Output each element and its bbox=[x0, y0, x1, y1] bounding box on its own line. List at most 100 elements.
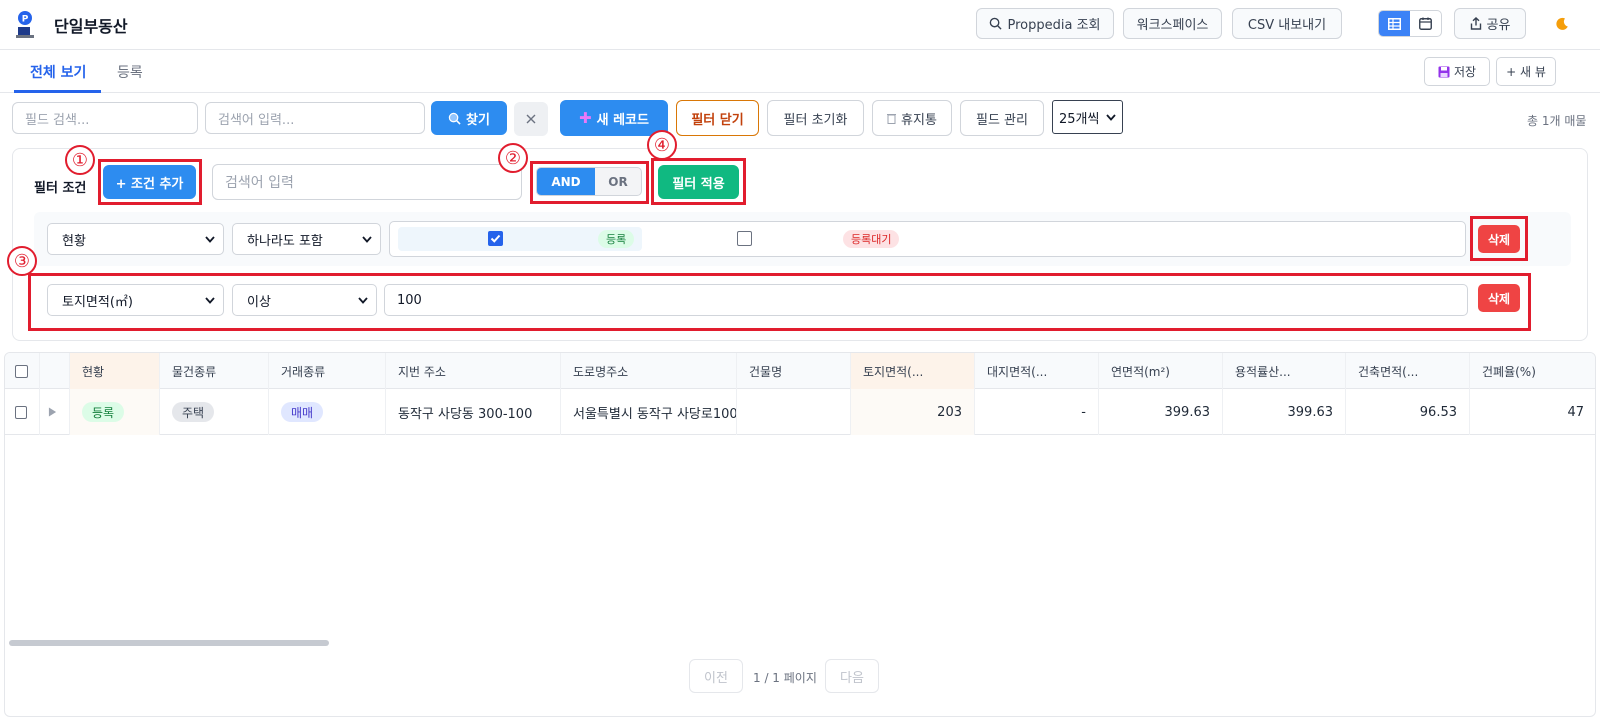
new-record-button[interactable]: ✚ 새 레코드 bbox=[560, 100, 668, 136]
app-title: 단일부동산 bbox=[54, 17, 128, 36]
column-header[interactable]: 거래종류 bbox=[269, 353, 386, 389]
property-type-cell: 주택 bbox=[160, 389, 269, 435]
option-checkbox-registered[interactable] bbox=[488, 231, 503, 246]
condition-operator-value: 하나라도 포함 bbox=[247, 233, 323, 249]
select-all-cell bbox=[5, 353, 40, 389]
road-address-cell: 서울특별시 동작구 사당로100길 bbox=[561, 389, 737, 435]
deal-type-cell: 매매 bbox=[269, 389, 386, 435]
svg-text:P: P bbox=[22, 15, 29, 25]
property-type-badge: 주택 bbox=[172, 402, 215, 422]
calendar-icon bbox=[1419, 17, 1432, 30]
table-icon bbox=[1388, 17, 1401, 30]
row-expand-cell bbox=[40, 389, 70, 435]
clear-search-button[interactable] bbox=[514, 102, 548, 136]
coverage-cell: 47 bbox=[1470, 389, 1595, 435]
page-size-value: 25개씩 bbox=[1059, 111, 1100, 127]
column-header[interactable]: 건폐율(%) bbox=[1470, 353, 1595, 389]
gross-area-cell: 399.63 bbox=[1099, 389, 1223, 435]
condition-field-select[interactable]: 현황 bbox=[47, 223, 224, 255]
annotation-marker-1: ① bbox=[65, 145, 95, 175]
table-view-button[interactable] bbox=[1379, 11, 1410, 36]
records-table: 현황 물건종류 거래종류 지번 주소 도로명주소 건물명 토지면적(... 대지… bbox=[4, 352, 1596, 717]
logo-icon: P bbox=[16, 11, 34, 38]
csv-export-button[interactable]: CSV 내보내기 bbox=[1232, 8, 1342, 39]
select-all-checkbox[interactable] bbox=[15, 364, 28, 378]
trash-icon bbox=[887, 113, 897, 124]
annotation-box-delete bbox=[1470, 216, 1528, 261]
page-size-select[interactable]: 25개씩 bbox=[1052, 100, 1123, 134]
column-header[interactable]: 연면적(m²) bbox=[1099, 353, 1223, 389]
column-header[interactable]: 지번 주소 bbox=[386, 353, 561, 389]
expand-triangle-icon[interactable] bbox=[48, 406, 57, 418]
close-filter-button[interactable]: 필터 닫기 bbox=[676, 100, 759, 136]
proppedia-label: Proppedia 조회 bbox=[1007, 18, 1101, 33]
share-label: 공유 bbox=[1486, 18, 1511, 33]
app-header: P 단일부동산 Proppedia 조회 워크스페이스 CSV 내보내기 공유 bbox=[0, 0, 1600, 50]
horizontal-scrollbar[interactable] bbox=[9, 640, 329, 646]
column-header[interactable]: 도로명주소 bbox=[561, 353, 737, 389]
active-tab-indicator bbox=[14, 90, 101, 93]
tab-registered[interactable]: 등록 bbox=[117, 62, 143, 82]
far-area-cell: 399.63 bbox=[1223, 389, 1346, 435]
view-toggle bbox=[1378, 10, 1442, 37]
table-row[interactable]: 등록 주택 매매 동작구 사당동 300-100 서울특별시 동작구 사당로10… bbox=[5, 389, 1595, 435]
row-checkbox[interactable] bbox=[15, 405, 27, 419]
new-view-label: + 새 뷰 bbox=[1506, 65, 1546, 79]
filter-title: 필터 조건 bbox=[34, 181, 87, 196]
filter-search-input[interactable]: 검색어 입력 bbox=[212, 164, 522, 200]
workspace-label: 워크스페이스 bbox=[1136, 18, 1209, 33]
save-view-button[interactable]: 저장 bbox=[1424, 57, 1490, 86]
building-name-cell bbox=[737, 389, 851, 435]
column-header[interactable]: 용적률산... bbox=[1223, 353, 1346, 389]
workspace-button[interactable]: 워크스페이스 bbox=[1123, 8, 1222, 39]
new-view-button[interactable]: + 새 뷰 bbox=[1496, 57, 1556, 86]
field-search-input[interactable]: 필드 검색... bbox=[12, 102, 198, 134]
share-button[interactable]: 공유 bbox=[1454, 8, 1526, 39]
manage-fields-button[interactable]: 필드 관리 bbox=[960, 100, 1044, 136]
column-header[interactable]: 물건종류 bbox=[160, 353, 269, 389]
status-cell: 등록 bbox=[70, 389, 160, 435]
chevron-down-icon bbox=[362, 235, 372, 243]
lot-address-cell: 동작구 사당동 300-100 bbox=[386, 389, 561, 435]
column-header[interactable]: 현황 bbox=[70, 353, 160, 389]
trash-label: 휴지통 bbox=[901, 112, 937, 128]
deal-type-badge: 매매 bbox=[281, 402, 324, 422]
proppedia-button[interactable]: Proppedia 조회 bbox=[976, 8, 1114, 39]
calendar-view-button[interactable] bbox=[1410, 11, 1441, 36]
trash-button[interactable]: 휴지통 bbox=[872, 100, 952, 136]
next-page-button[interactable]: 다음 bbox=[825, 659, 879, 693]
tab-all[interactable]: 전체 보기 bbox=[30, 62, 86, 82]
close-filter-label: 필터 닫기 bbox=[691, 112, 744, 128]
condition-operator-select[interactable]: 하나라도 포함 bbox=[232, 223, 381, 255]
row-select-cell bbox=[5, 389, 40, 435]
search-icon bbox=[990, 17, 1003, 30]
column-header[interactable]: 건축면적(... bbox=[1346, 353, 1470, 389]
csv-export-label: CSV 내보내기 bbox=[1247, 18, 1327, 33]
new-record-label: 새 레코드 bbox=[596, 112, 649, 128]
dark-mode-icon[interactable] bbox=[1554, 16, 1570, 32]
land-area-cell: 203 bbox=[851, 389, 975, 435]
view-tabs: 전체 보기 등록 저장 + 새 뷰 bbox=[0, 50, 1600, 93]
expand-col-header bbox=[40, 353, 70, 389]
prev-page-button[interactable]: 이전 bbox=[689, 659, 743, 693]
total-count: 총 1개 매물 bbox=[1527, 114, 1587, 128]
column-header[interactable]: 건물명 bbox=[737, 353, 851, 389]
find-button[interactable]: 찾기 bbox=[431, 101, 507, 135]
column-header[interactable]: 대지면적(... bbox=[975, 353, 1099, 389]
annotation-marker-4: ④ bbox=[647, 130, 677, 160]
save-view-label: 저장 bbox=[1453, 65, 1477, 79]
column-header[interactable]: 토지면적(... bbox=[851, 353, 975, 389]
condition-field-value: 현황 bbox=[62, 233, 86, 249]
building-area-cell: 96.53 bbox=[1346, 389, 1470, 435]
reset-filter-button[interactable]: 필터 초기화 bbox=[767, 100, 864, 136]
annotation-box-add bbox=[98, 159, 202, 205]
annotation-box-logic bbox=[530, 161, 649, 204]
find-label: 찾기 bbox=[466, 112, 490, 128]
option-badge-pending: 등록대기 bbox=[843, 230, 900, 248]
option-checkbox-pending[interactable] bbox=[737, 231, 752, 246]
annotation-box-row bbox=[28, 273, 1531, 331]
annotation-marker-3: ③ bbox=[7, 246, 37, 276]
chevron-down-icon bbox=[205, 235, 215, 243]
close-icon bbox=[526, 114, 536, 124]
keyword-input[interactable]: 검색어 입력... bbox=[205, 102, 425, 134]
